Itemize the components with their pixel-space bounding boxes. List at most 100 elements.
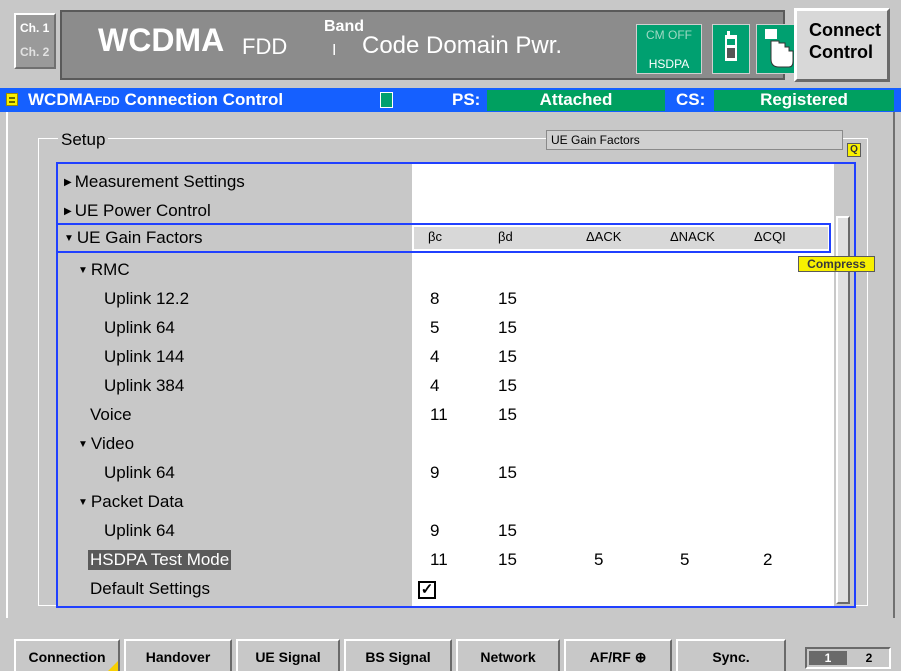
channel-1-label[interactable]: Ch. 1 <box>20 21 49 35</box>
band-value: I <box>332 42 337 59</box>
tree-label: ▼ RMC <box>78 260 130 279</box>
page-1-indicator[interactable]: 1 <box>809 651 847 665</box>
page-2-indicator[interactable]: 2 <box>853 651 885 665</box>
beta-d-value[interactable]: 15 <box>498 376 517 396</box>
connector-icon: ⊕ <box>634 649 647 665</box>
expand-arrow-icon[interactable]: ▶ <box>64 206 72 217</box>
status-fdd-label: FDD <box>95 94 120 108</box>
tree-row-ue-power-control[interactable]: ▶ UE Power Control <box>58 197 834 226</box>
beta-d-value[interactable]: 15 <box>498 550 517 570</box>
column-header-beta-d: βd <box>498 229 513 244</box>
default-settings-checkbox[interactable]: ✓ <box>418 581 436 599</box>
delta-nack-value[interactable]: 5 <box>680 550 689 570</box>
status-connection-control-label: Connection Control <box>124 90 284 109</box>
ps-label: PS: <box>452 90 481 109</box>
tree-label: ▼ Video <box>78 434 135 453</box>
softkey-af-rf[interactable]: AF/RF ⊕ <box>564 639 672 671</box>
tree-row-ue-gain-factors[interactable]: ▼ UE Gain Factors βc βd ΔACK ΔNACK ΔCQI <box>56 223 831 253</box>
softkey-bar: Connection Handover UE Signal BS Signal … <box>0 619 901 671</box>
collapse-arrow-icon[interactable]: ▼ <box>78 265 88 276</box>
collapse-arrow-icon[interactable]: ▼ <box>78 497 88 508</box>
tree-row-uplink-144[interactable]: Uplink 144 4 15 <box>58 343 834 372</box>
beta-d-value[interactable]: 15 <box>498 289 517 309</box>
title-panel: WCDMA FDD Band I Code Domain Pwr. CM OFF… <box>60 10 800 80</box>
beta-c-value[interactable]: 4 <box>430 347 439 367</box>
column-header-delta-ack: ΔACK <box>586 229 622 244</box>
tree-label: ▼ Packet Data <box>78 492 184 511</box>
channel-2-label[interactable]: Ch. 2 <box>20 45 49 59</box>
tree-row-uplink-64[interactable]: Uplink 64 5 15 <box>58 314 834 343</box>
scrollbar[interactable] <box>834 164 854 606</box>
cs-status-badge: Registered <box>714 90 894 111</box>
settings-tree: ▶ Measurement Settings ▶ UE Power Control … <box>56 162 856 608</box>
scrollbar-thumb[interactable] <box>836 216 850 604</box>
tree-row-video[interactable]: ▼ Video <box>58 430 834 459</box>
beta-d-value[interactable]: 15 <box>498 463 517 483</box>
column-header-delta-nack: ΔNACK <box>670 229 715 244</box>
app-title: WCDMA <box>98 22 225 58</box>
tree-label: Default Settings <box>90 579 211 598</box>
setup-label: Setup <box>58 130 109 150</box>
tree-label: ▶ UE Power Control <box>64 201 211 220</box>
column-header-delta-cqi: ΔCQI <box>754 229 786 244</box>
softkey-label: UE Signal <box>255 649 321 665</box>
beta-d-value[interactable]: 15 <box>498 405 517 425</box>
status-wcdma-label: WCDMA <box>28 90 96 109</box>
tree-row-voice[interactable]: Voice 11 15 <box>58 401 834 430</box>
softkey-ue-signal[interactable]: UE Signal <box>236 639 340 671</box>
delta-ack-value[interactable]: 5 <box>594 550 603 570</box>
softkey-label: Connection <box>28 649 106 665</box>
cm-hsdpa-indicator: CM OFF HSDPA <box>636 24 702 74</box>
menu-icon[interactable] <box>6 93 18 106</box>
tree-label: Uplink 384 <box>104 376 185 395</box>
expand-arrow-icon[interactable]: ▶ <box>64 177 72 188</box>
active-corner-marker <box>108 661 118 671</box>
mobile-phone-icon <box>712 24 750 74</box>
tree-row-uplink-384[interactable]: Uplink 384 4 15 <box>58 372 834 401</box>
softkey-network[interactable]: Network <box>456 639 560 671</box>
collapse-arrow-icon[interactable]: ▼ <box>64 233 74 244</box>
softkey-label: BS Signal <box>365 649 431 665</box>
softkey-connection[interactable]: Connection <box>14 639 120 671</box>
tree-row-uplink-12-2[interactable]: Uplink 12.2 8 15 <box>58 285 834 314</box>
softkey-label: Handover <box>145 649 211 665</box>
beta-d-value[interactable]: 15 <box>498 318 517 338</box>
compress-button[interactable]: Compress <box>798 256 875 272</box>
beta-c-value[interactable]: 11 <box>430 405 448 425</box>
beta-d-value[interactable]: 15 <box>498 521 517 541</box>
current-page-title: UE Gain Factors <box>546 130 843 150</box>
beta-c-value[interactable]: 9 <box>430 521 439 541</box>
softkey-bs-signal[interactable]: BS Signal <box>344 639 452 671</box>
beta-c-value[interactable]: 5 <box>430 318 439 338</box>
tree-label: Uplink 64 <box>104 463 175 482</box>
beta-c-value[interactable]: 9 <box>430 463 439 483</box>
tree-row-rmc[interactable]: ▼ RMC <box>58 256 834 285</box>
tree-row-video-uplink-64[interactable]: Uplink 64 9 15 <box>58 459 834 488</box>
beta-c-value[interactable]: 4 <box>430 376 439 396</box>
tree-row-measurement-settings[interactable]: ▶ Measurement Settings <box>58 168 834 197</box>
tree-row-hsdpa-test-mode[interactable]: HSDPA Test Mode 11 15 5 5 2 <box>58 546 834 575</box>
softkey-label: Sync. <box>712 649 750 665</box>
cm-off-label: CM OFF <box>646 28 692 42</box>
connect-control-button[interactable]: Connect Control <box>794 8 890 82</box>
tree-label-selected: HSDPA Test Mode <box>88 550 232 570</box>
page-selector[interactable]: 1 2 <box>805 647 891 669</box>
tree-label: Uplink 64 <box>104 318 175 337</box>
channel-selector[interactable]: Ch. 1 Ch. 2 <box>14 13 56 69</box>
beta-d-value[interactable]: 15 <box>498 347 517 367</box>
beta-c-value[interactable]: 11 <box>430 550 448 570</box>
softkey-sync[interactable]: Sync. <box>676 639 786 671</box>
tree-label: ▶ Measurement Settings <box>64 172 245 191</box>
beta-c-value[interactable]: 8 <box>430 289 439 309</box>
cs-label: CS: <box>676 90 706 109</box>
column-header-beta-c: βc <box>428 229 442 244</box>
softkey-label: AF/RF <box>589 649 631 665</box>
tree-row-default-settings[interactable]: Default Settings ✓ <box>58 575 834 604</box>
softkey-handover[interactable]: Handover <box>124 639 232 671</box>
status-phone-icon <box>380 92 393 108</box>
quick-access-icon[interactable]: Q <box>847 143 861 157</box>
tree-row-packet-data[interactable]: ▼ Packet Data <box>58 488 834 517</box>
tree-row-packet-uplink-64[interactable]: Uplink 64 9 15 <box>58 517 834 546</box>
delta-cqi-value[interactable]: 2 <box>763 550 772 570</box>
collapse-arrow-icon[interactable]: ▼ <box>78 439 88 450</box>
